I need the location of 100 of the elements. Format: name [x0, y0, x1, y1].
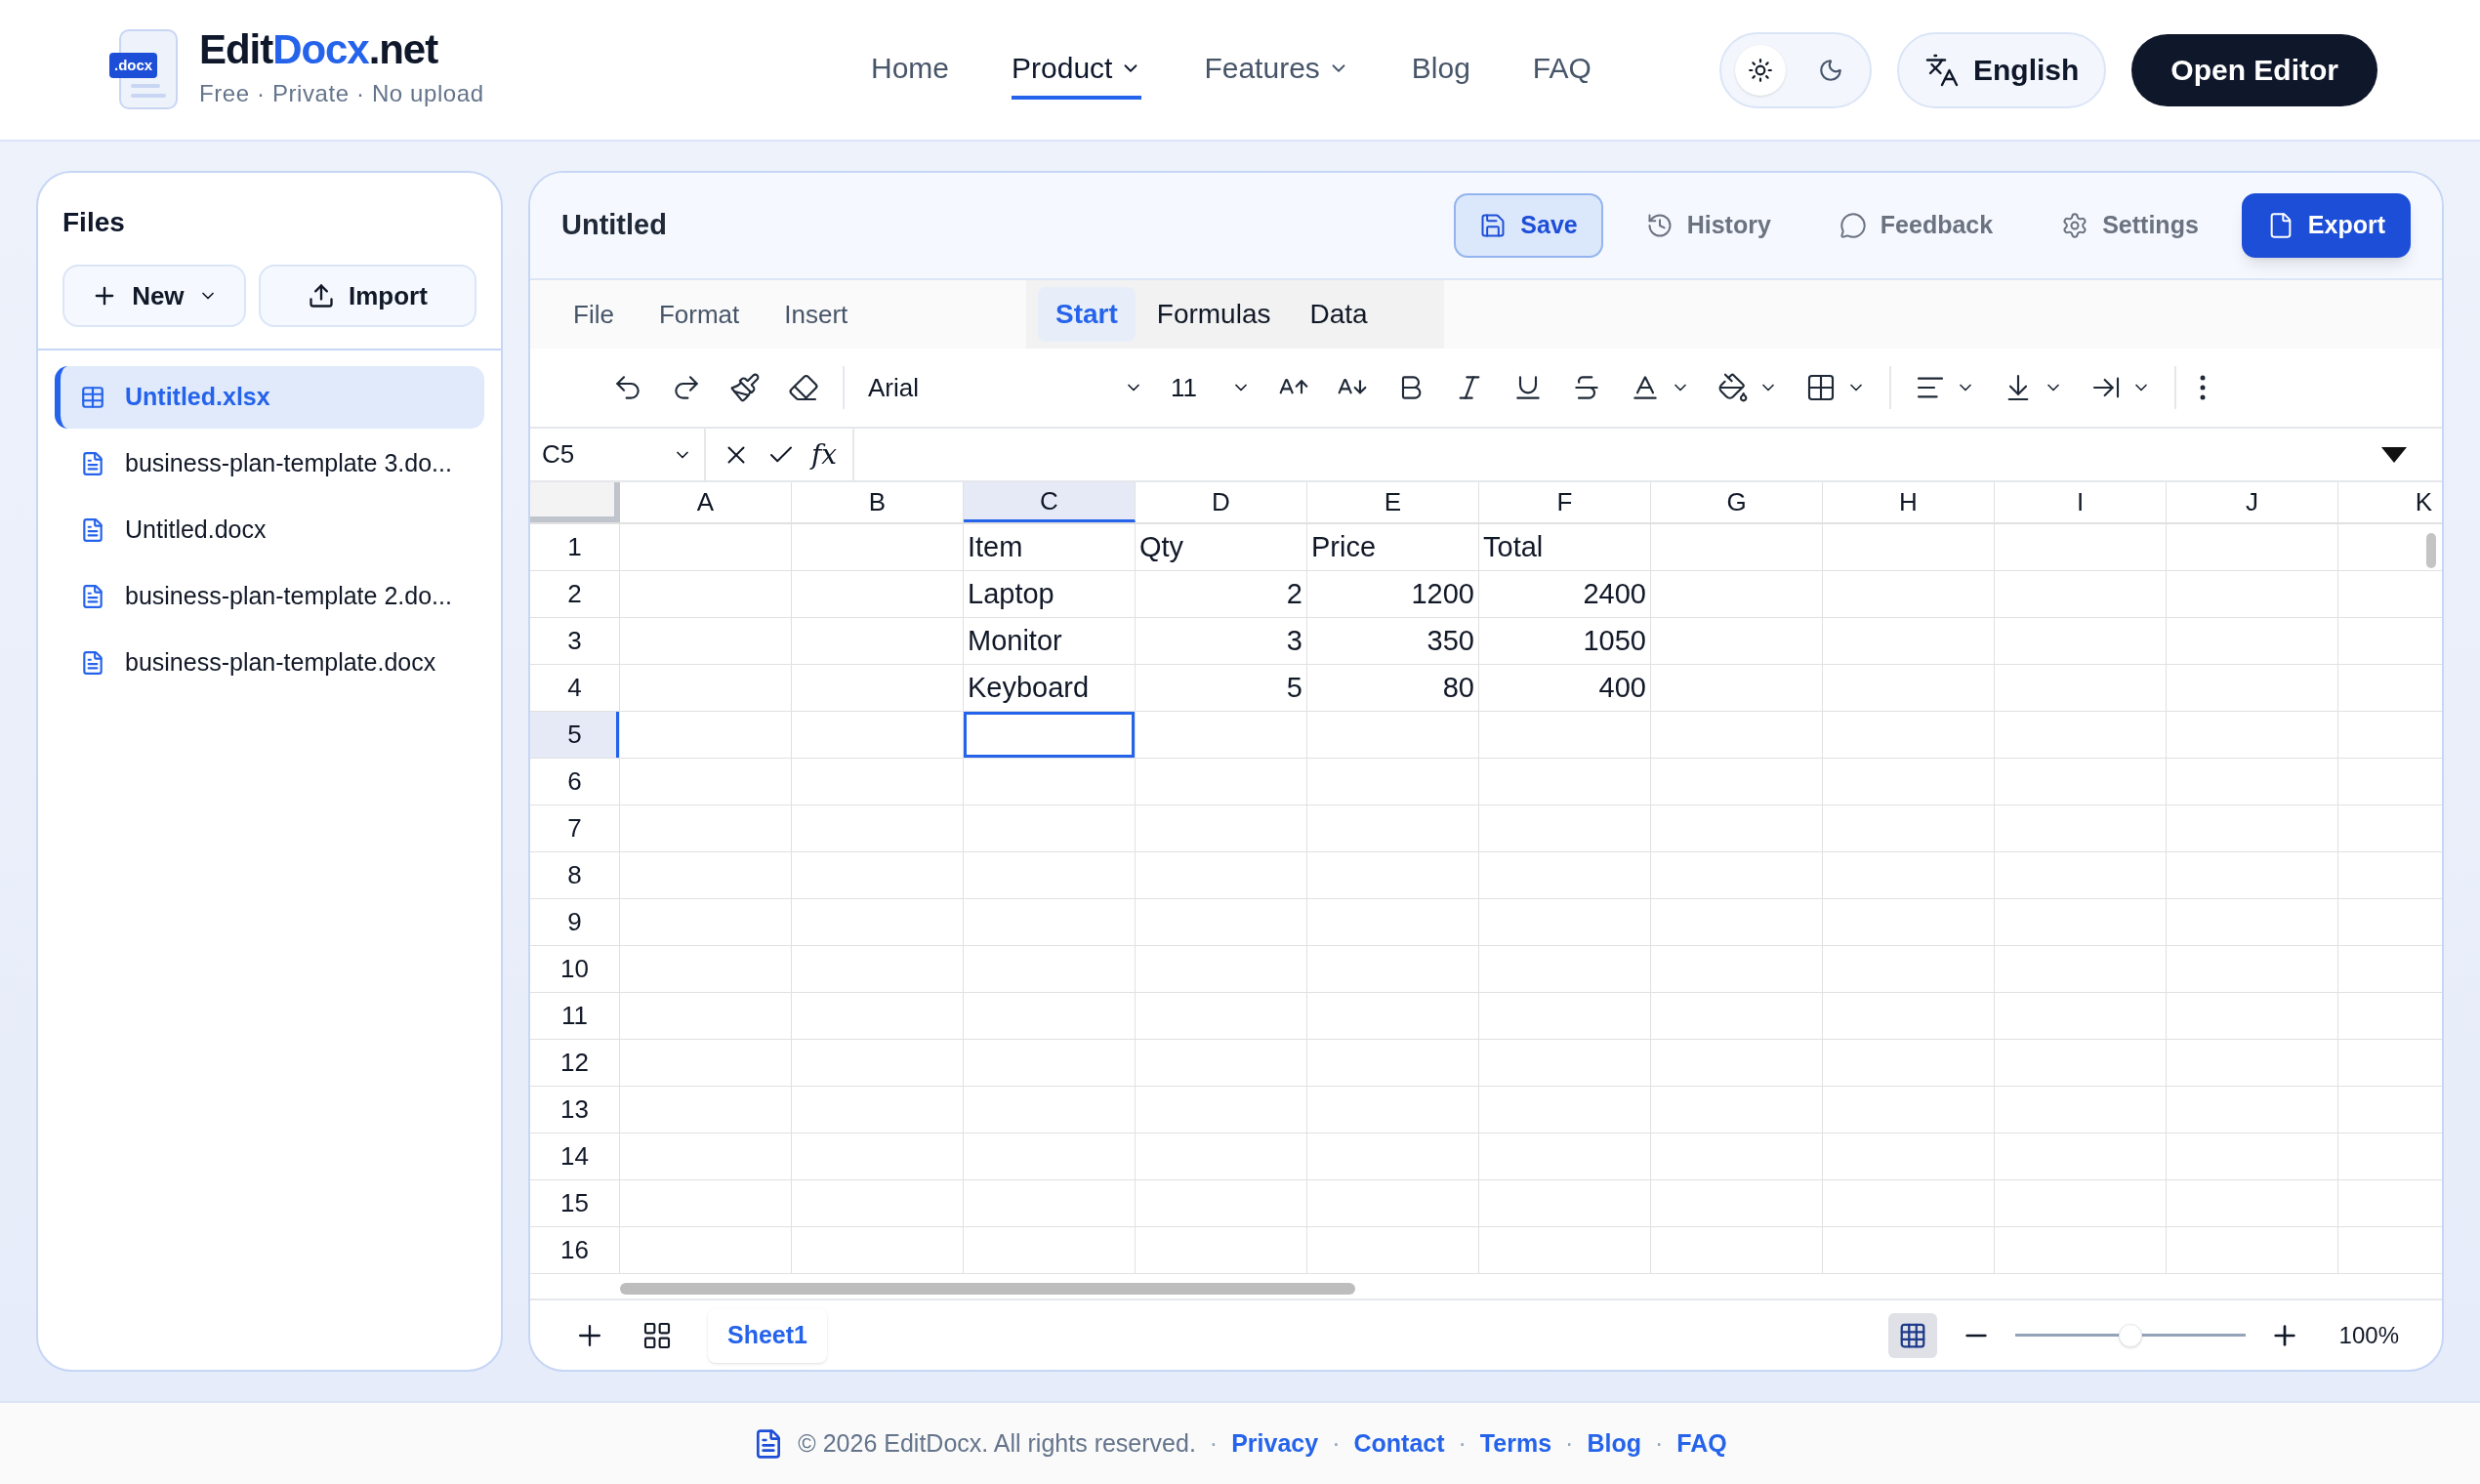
footer-link[interactable]: Contact	[1353, 1424, 1445, 1463]
column-header[interactable]: I	[1995, 482, 2167, 522]
row-header[interactable]: 10	[530, 946, 620, 992]
corner-cell[interactable]	[530, 482, 620, 522]
document-entry[interactable]: business-plan-template 3.do...	[55, 433, 484, 495]
separator-dot: ·	[1565, 1427, 1574, 1459]
table-cell[interactable]: Item	[964, 524, 1136, 570]
table-cell[interactable]	[964, 712, 1136, 758]
document-entry[interactable]: Untitled.docx	[55, 499, 484, 561]
document-entry[interactable]: business-plan-template 2.do...	[55, 565, 484, 628]
row-header[interactable]: 15	[530, 1180, 620, 1226]
row-header[interactable]: 14	[530, 1134, 620, 1179]
row-header[interactable]: 2	[530, 571, 620, 617]
save-button[interactable]: Save	[1454, 193, 1603, 258]
document-icon	[80, 584, 105, 609]
cell-reference-select[interactable]: C5	[530, 429, 706, 480]
column-header[interactable]: C	[964, 482, 1136, 522]
ribbon-tab[interactable]: Start	[1038, 287, 1136, 342]
table-cell[interactable]: 3	[1136, 618, 1307, 664]
history-button[interactable]: History	[1620, 193, 1797, 258]
separator-dot: ·	[1458, 1427, 1467, 1459]
footer-link[interactable]: Privacy	[1231, 1424, 1319, 1463]
dropdown-triangle-icon[interactable]	[2381, 446, 2407, 463]
table-cell[interactable]: Laptop	[964, 571, 1136, 617]
column-header[interactable]: H	[1823, 482, 1995, 522]
table-cell[interactable]: 400	[1479, 665, 1651, 711]
table-icon	[80, 385, 105, 410]
menu-item[interactable]: Format	[642, 289, 756, 340]
document-icon	[80, 517, 105, 543]
menu-item[interactable]: File	[558, 289, 630, 340]
function-label[interactable]: fx	[811, 433, 838, 475]
column-header[interactable]: K	[2338, 482, 2442, 522]
ribbon-tab[interactable]: Data	[1292, 287, 1385, 342]
column-header[interactable]: E	[1307, 482, 1479, 522]
row-header[interactable]: 13	[530, 1087, 620, 1133]
row-header[interactable]: 9	[530, 899, 620, 945]
column-header[interactable]: D	[1136, 482, 1307, 522]
table-cell[interactable]: 2400	[1479, 571, 1651, 617]
document-entry[interactable]: business-plan-template.docx	[55, 632, 484, 694]
row-header[interactable]: 4	[530, 665, 620, 711]
ribbon-tab[interactable]: Formulas	[1138, 287, 1289, 342]
row-header[interactable]: 6	[530, 759, 620, 804]
table-cell[interactable]: Total	[1479, 524, 1651, 570]
footer-link[interactable]: Blog	[1587, 1424, 1641, 1463]
footer-link[interactable]: Terms	[1479, 1424, 1552, 1463]
footer-link[interactable]: FAQ	[1676, 1424, 1727, 1463]
row-header[interactable]: 3	[530, 618, 620, 664]
row-header[interactable]: 1	[530, 524, 620, 570]
table-cell[interactable]: 350	[1307, 618, 1479, 664]
new-button[interactable]: New	[62, 265, 246, 327]
borders-icon	[1805, 372, 1837, 403]
row-header[interactable]: 5	[530, 712, 620, 758]
tagline: Free · Private · No upload	[199, 78, 484, 108]
zoom-slider[interactable]	[2014, 1323, 2246, 1347]
separator-dot: ·	[1654, 1427, 1664, 1459]
nav-link[interactable]: Product	[1012, 40, 1142, 100]
document-icon	[80, 650, 105, 676]
gridlines-toggle[interactable]	[1887, 1312, 1937, 1358]
row-header[interactable]: 16	[530, 1227, 620, 1273]
nav-link[interactable]: Features	[1204, 40, 1349, 100]
table-cell[interactable]: 80	[1307, 665, 1479, 711]
table-cell[interactable]: Price	[1307, 524, 1479, 570]
table-cell[interactable]: 2	[1136, 571, 1307, 617]
table-cell[interactable]: Monitor	[964, 618, 1136, 664]
row-header[interactable]: 8	[530, 852, 620, 898]
import-button[interactable]: Import	[258, 265, 476, 327]
column-header[interactable]: G	[1651, 482, 1823, 522]
speech-bubble-icon	[1839, 212, 1867, 239]
nav-link[interactable]: Home	[871, 40, 950, 100]
document-entry[interactable]: Untitled.xlsx	[55, 366, 484, 429]
sheet-tab[interactable]: Sheet1	[708, 1307, 827, 1363]
table-cell[interactable]: 1050	[1479, 618, 1651, 664]
separator-dot: ·	[1209, 1427, 1219, 1459]
nav-link[interactable]: Blog	[1411, 40, 1470, 100]
table-cell[interactable]: 1200	[1307, 571, 1479, 617]
table-cell[interactable]: Qty	[1136, 524, 1307, 570]
sun-icon[interactable]	[1735, 44, 1786, 96]
format-painter-icon	[729, 372, 761, 403]
open-editor-button[interactable]: Open Editor	[2131, 33, 2377, 106]
font-select[interactable]: Arial	[854, 362, 1157, 413]
export-button[interactable]: Export	[2241, 193, 2411, 258]
menu-item[interactable]: Insert	[768, 289, 864, 340]
feedback-button[interactable]: Feedback	[1813, 193, 2019, 258]
row-header[interactable]: 12	[530, 1040, 620, 1086]
nav-link[interactable]: FAQ	[1532, 40, 1591, 100]
font-size-select[interactable]: 11	[1157, 362, 1264, 413]
table-cell[interactable]: 5	[1136, 665, 1307, 711]
settings-button[interactable]: Settings	[2036, 193, 2224, 258]
separator-dot: ·	[1332, 1427, 1341, 1459]
language-button[interactable]: English	[1897, 31, 2107, 108]
translate-icon	[1924, 52, 1960, 88]
horizontal-scrollbar[interactable]	[620, 1283, 1355, 1295]
table-cell[interactable]: Keyboard	[964, 665, 1136, 711]
row-header[interactable]: 11	[530, 993, 620, 1039]
brand-name: EditDocx.net	[199, 28, 439, 70]
vertical-scrollbar[interactable]	[2426, 533, 2436, 568]
column-header[interactable]: J	[2167, 482, 2338, 522]
column-header[interactable]: F	[1479, 482, 1651, 522]
column-header[interactable]: A	[620, 482, 792, 522]
row-header[interactable]: 7	[530, 805, 620, 851]
